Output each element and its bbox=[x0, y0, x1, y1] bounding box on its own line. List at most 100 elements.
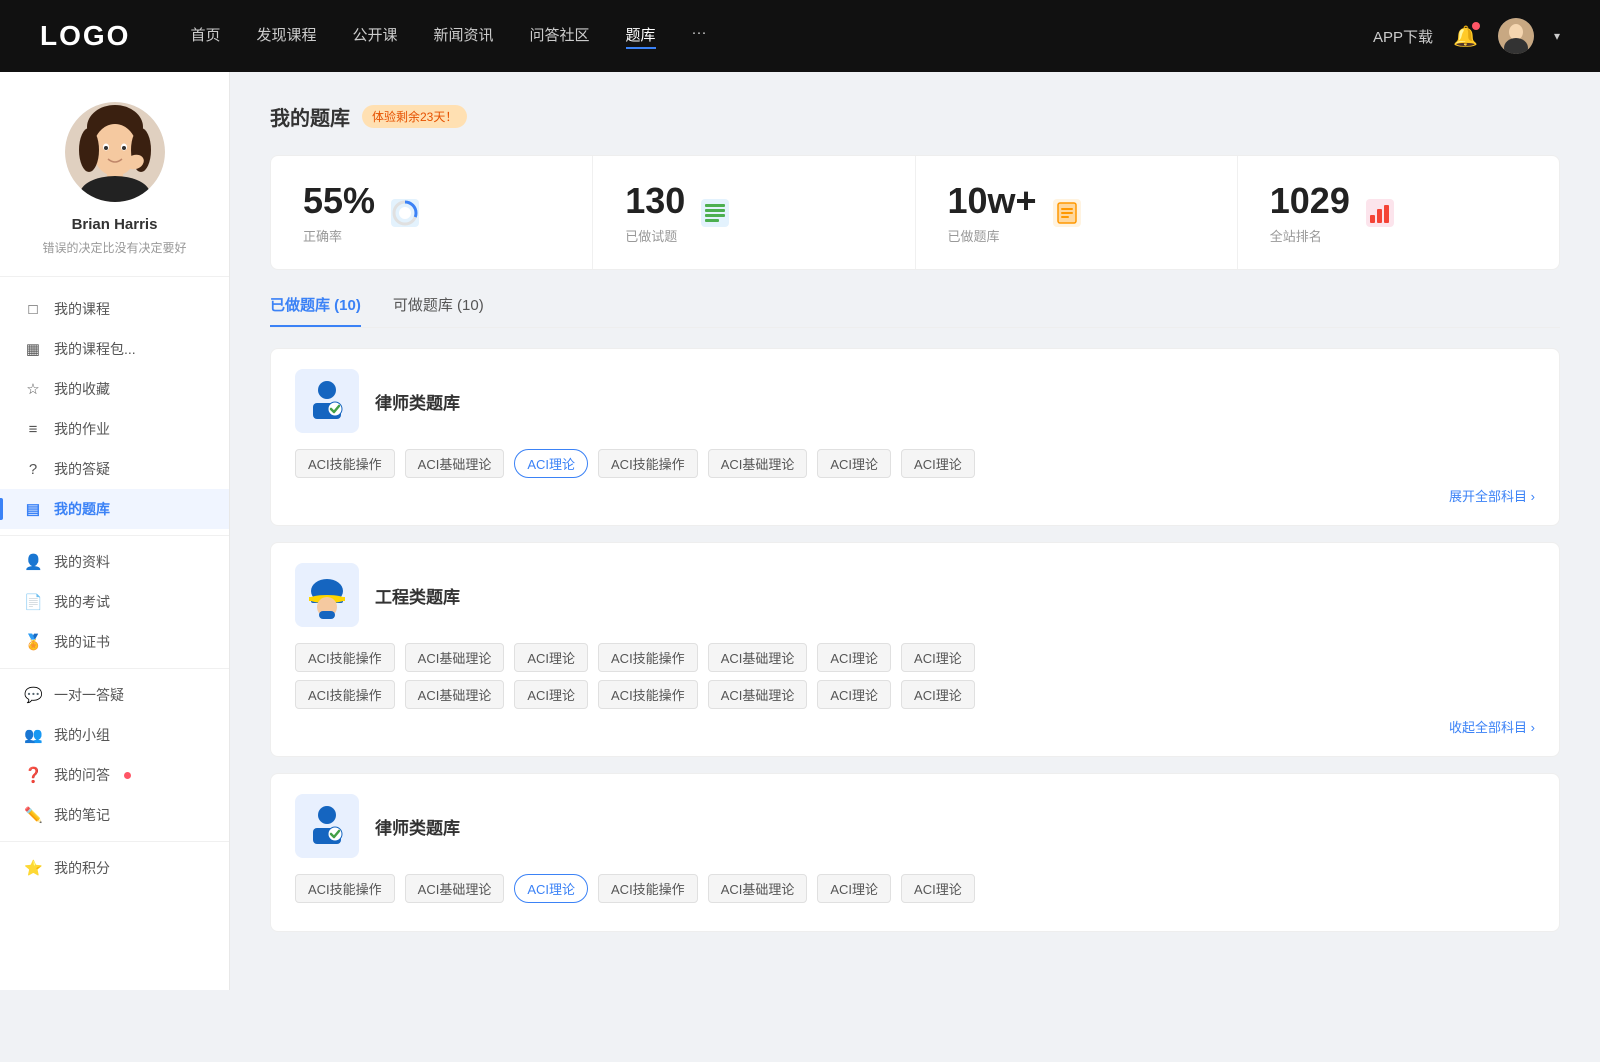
tab-available-banks[interactable]: 可做题库 (10) bbox=[393, 294, 484, 327]
menu-label: 我的积分 bbox=[54, 858, 110, 878]
banks-icon-stat bbox=[1053, 199, 1081, 227]
tag-2b-3[interactable]: ACI技能操作 bbox=[598, 680, 698, 709]
groups-icon: 👥 bbox=[24, 726, 42, 744]
sidebar-item-favorites[interactable]: ☆ 我的收藏 bbox=[0, 369, 229, 409]
menu-label: 我的考试 bbox=[54, 592, 110, 612]
nav-link-discover[interactable]: 发现课程 bbox=[256, 24, 316, 49]
sidebar-item-answers[interactable]: ? 我的答疑 bbox=[0, 449, 229, 489]
qbank-card-lawyer-2: 律师类题库 ACI技能操作 ACI基础理论 ACI理论 ACI技能操作 ACI基… bbox=[270, 773, 1560, 932]
tag-2a-2[interactable]: ACI理论 bbox=[514, 643, 588, 672]
sidebar-item-notes[interactable]: ✏️ 我的笔记 bbox=[0, 795, 229, 835]
main-content: 我的题库 体验剩余23天！ 55% 正确率 bbox=[230, 72, 1600, 990]
list-icon bbox=[703, 201, 727, 225]
tag-3-6[interactable]: ACI理论 bbox=[901, 874, 975, 903]
packages-icon: ▦ bbox=[24, 340, 42, 358]
rank-icon-stat bbox=[1366, 199, 1394, 227]
tag-3-3[interactable]: ACI技能操作 bbox=[598, 874, 698, 903]
tag-1-1[interactable]: ACI基础理论 bbox=[405, 449, 505, 478]
tab-done-banks[interactable]: 已做题库 (10) bbox=[270, 294, 361, 327]
lawyer-icon-svg-2 bbox=[303, 802, 351, 850]
tag-2b-4[interactable]: ACI基础理论 bbox=[708, 680, 808, 709]
done-banks-label: 已做题库 bbox=[948, 226, 1037, 245]
sidebar-item-tutoring[interactable]: 💬 一对一答疑 bbox=[0, 675, 229, 715]
sidebar-item-exams[interactable]: 📄 我的考试 bbox=[0, 582, 229, 622]
expand-link-1[interactable]: 展开全部科目 › bbox=[295, 486, 1535, 505]
notification-bell[interactable]: 🔔 bbox=[1453, 24, 1478, 49]
lawyer-bank-icon-2 bbox=[295, 794, 359, 858]
tag-1-0[interactable]: ACI技能操作 bbox=[295, 449, 395, 478]
app-download-button[interactable]: APP下载 bbox=[1373, 26, 1433, 47]
qbank-header-1: 律师类题库 bbox=[295, 369, 1535, 433]
nav-logo: LOGO bbox=[40, 20, 130, 52]
tag-3-2[interactable]: ACI理论 bbox=[514, 874, 588, 903]
profile-icon: 👤 bbox=[24, 553, 42, 571]
tag-1-3[interactable]: ACI技能操作 bbox=[598, 449, 698, 478]
courses-icon: □ bbox=[24, 301, 42, 318]
nav-link-public[interactable]: 公开课 bbox=[352, 24, 397, 49]
tag-1-4[interactable]: ACI基础理论 bbox=[708, 449, 808, 478]
tag-2a-3[interactable]: ACI技能操作 bbox=[598, 643, 698, 672]
rank-value: 1029 bbox=[1270, 180, 1350, 222]
navbar: LOGO 首页 发现课程 公开课 新闻资讯 问答社区 题库 ··· APP下载 … bbox=[0, 0, 1600, 72]
nav-link-qbank[interactable]: 题库 bbox=[626, 24, 656, 49]
tag-3-1[interactable]: ACI基础理论 bbox=[405, 874, 505, 903]
tag-2b-0[interactable]: ACI技能操作 bbox=[295, 680, 395, 709]
done-banks-value: 10w+ bbox=[948, 180, 1037, 222]
tag-2a-0[interactable]: ACI技能操作 bbox=[295, 643, 395, 672]
engineer-icon-svg bbox=[303, 571, 351, 619]
tag-1-5[interactable]: ACI理论 bbox=[817, 449, 891, 478]
menu-label: 我的课程 bbox=[54, 299, 110, 319]
nav-link-qa[interactable]: 问答社区 bbox=[530, 24, 590, 49]
question-notification-dot bbox=[124, 772, 131, 779]
tag-2a-6[interactable]: ACI理论 bbox=[901, 643, 975, 672]
tag-1-6[interactable]: ACI理论 bbox=[901, 449, 975, 478]
sidebar-item-my-courses[interactable]: □ 我的课程 bbox=[0, 289, 229, 329]
collapse-link-2[interactable]: 收起全部科目 › bbox=[295, 717, 1535, 736]
accuracy-icon bbox=[391, 199, 419, 227]
tag-3-5[interactable]: ACI理论 bbox=[817, 874, 891, 903]
stat-rank: 1029 全站排名 bbox=[1238, 156, 1559, 269]
page-title: 我的题库 bbox=[270, 102, 350, 131]
nav-link-news[interactable]: 新闻资讯 bbox=[434, 24, 494, 49]
user-menu-chevron[interactable]: ▾ bbox=[1554, 29, 1560, 43]
profile-motto: 错误的决定比没有决定要好 bbox=[42, 239, 186, 256]
sidebar-item-certificates[interactable]: 🏅 我的证书 bbox=[0, 622, 229, 662]
qbank-header-3: 律师类题库 bbox=[295, 794, 1535, 858]
tag-2a-5[interactable]: ACI理论 bbox=[817, 643, 891, 672]
sidebar-item-profile[interactable]: 👤 我的资料 bbox=[0, 542, 229, 582]
sidebar-item-homework[interactable]: ≡ 我的作业 bbox=[0, 409, 229, 449]
nav-right: APP下载 🔔 ▾ bbox=[1373, 18, 1560, 54]
exams-icon: 📄 bbox=[24, 593, 42, 611]
sidebar: Brian Harris 错误的决定比没有决定要好 □ 我的课程 ▦ 我的课程包… bbox=[0, 72, 230, 990]
avatar-image bbox=[1498, 18, 1534, 54]
sidebar-item-qbank[interactable]: ▤ 我的题库 bbox=[0, 489, 229, 529]
tag-2a-4[interactable]: ACI基础理论 bbox=[708, 643, 808, 672]
menu-label: 我的答疑 bbox=[54, 459, 110, 479]
tag-2b-6[interactable]: ACI理论 bbox=[901, 680, 975, 709]
nav-link-home[interactable]: 首页 bbox=[190, 24, 220, 49]
sidebar-profile: Brian Harris 错误的决定比没有决定要好 bbox=[0, 102, 229, 277]
tag-3-0[interactable]: ACI技能操作 bbox=[295, 874, 395, 903]
sidebar-item-points[interactable]: ⭐ 我的积分 bbox=[0, 848, 229, 888]
profile-avatar bbox=[65, 102, 165, 202]
stat-done-questions: 130 已做试题 bbox=[593, 156, 915, 269]
menu-label: 我的小组 bbox=[54, 725, 110, 745]
tag-2b-2[interactable]: ACI理论 bbox=[514, 680, 588, 709]
menu-divider-3 bbox=[0, 841, 229, 842]
tag-2b-5[interactable]: ACI理论 bbox=[817, 680, 891, 709]
pie-chart-icon bbox=[391, 199, 419, 227]
tag-3-4[interactable]: ACI基础理论 bbox=[708, 874, 808, 903]
lawyer-bank-icon-1 bbox=[295, 369, 359, 433]
user-avatar[interactable] bbox=[1498, 18, 1534, 54]
sidebar-item-questions[interactable]: ❓ 我的问答 bbox=[0, 755, 229, 795]
sidebar-item-course-packages[interactable]: ▦ 我的课程包... bbox=[0, 329, 229, 369]
tag-1-2[interactable]: ACI理论 bbox=[514, 449, 588, 478]
tag-2a-1[interactable]: ACI基础理论 bbox=[405, 643, 505, 672]
menu-label: 我的收藏 bbox=[54, 379, 110, 399]
sidebar-item-groups[interactable]: 👥 我的小组 bbox=[0, 715, 229, 755]
tag-2b-1[interactable]: ACI基础理论 bbox=[405, 680, 505, 709]
nav-link-more[interactable]: ··· bbox=[692, 24, 707, 49]
lawyer-icon-svg bbox=[303, 377, 351, 425]
menu-label: 我的资料 bbox=[54, 552, 110, 572]
sidebar-menu: □ 我的课程 ▦ 我的课程包... ☆ 我的收藏 ≡ 我的作业 ? 我的答疑 ▤… bbox=[0, 277, 229, 900]
